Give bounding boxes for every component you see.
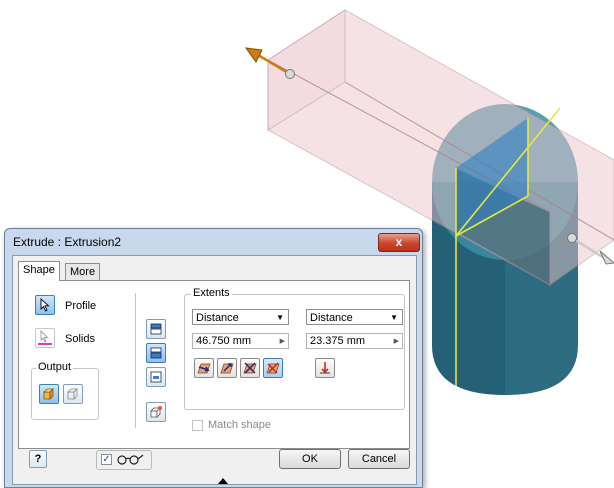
dialog-title: Extrude : Extrusion2: [13, 235, 122, 249]
symmetric-direction-button[interactable]: [240, 358, 260, 378]
output-solid-button[interactable]: [39, 384, 59, 404]
ok-button[interactable]: OK: [279, 449, 341, 469]
solids-label: Solids: [65, 333, 95, 345]
tab-shape[interactable]: Shape: [18, 261, 60, 281]
solids-select-button[interactable]: [35, 328, 55, 348]
intersect-operation-button[interactable]: [146, 367, 166, 387]
field-menu-arrow-icon[interactable]: ▶: [280, 334, 285, 349]
asymmetric-icon: [266, 362, 280, 374]
match-shape-label: Match shape: [208, 419, 271, 431]
surface-body-icon: [67, 388, 78, 400]
shape-tab-panel: Profile Solids Output Extents Distance ▼…: [18, 280, 410, 449]
cut-operation-button[interactable]: [146, 343, 166, 363]
close-icon: x: [395, 235, 403, 249]
expand-dialog-icon[interactable]: [218, 478, 228, 484]
column-separator: [135, 293, 136, 428]
dialog-body: Shape More Profile Solids Output Extents…: [12, 255, 417, 485]
new-solid-button[interactable]: [146, 402, 166, 422]
flip-direction-button[interactable]: [315, 358, 335, 378]
select-arrow-icon: [40, 297, 50, 312]
extents-type-dropdown-1[interactable]: Distance ▼: [192, 309, 289, 325]
join-icon: [150, 323, 162, 335]
dropdown-arrow-icon: ▼: [390, 313, 398, 322]
direction-2-button[interactable]: [217, 358, 237, 378]
profile-label: Profile: [65, 300, 97, 312]
help-button[interactable]: ?: [29, 450, 47, 468]
extrude-dialog: Extrude : Extrusion2 x Shape More Profil…: [4, 228, 423, 488]
flip-direction-icon: [320, 362, 330, 374]
field-menu-arrow-icon[interactable]: ▶: [394, 334, 399, 349]
distance-2-value: 23.375 mm: [310, 335, 366, 347]
profile-select-button[interactable]: [35, 295, 55, 315]
tab-more[interactable]: More: [65, 263, 101, 280]
extents-group-label: Extents: [191, 287, 232, 299]
new-solid-icon: [150, 406, 162, 418]
extents-type-dropdown-2[interactable]: Distance ▼: [306, 309, 403, 325]
direction-2-icon: [220, 363, 234, 374]
asymmetric-direction-button[interactable]: [263, 358, 283, 378]
distance-input-1[interactable]: 46.750 mm ▶: [192, 333, 289, 349]
direction-1-icon: [197, 363, 211, 374]
match-shape-checkbox[interactable]: [192, 420, 203, 431]
help-icon: ?: [34, 453, 42, 465]
intersect-icon: [150, 371, 162, 383]
cut-icon: [150, 347, 162, 359]
preview-checkbox[interactable]: ✓: [101, 454, 112, 465]
output-surface-button[interactable]: [63, 384, 83, 404]
distance-1-value: 46.750 mm: [196, 335, 252, 347]
cancel-button[interactable]: Cancel: [348, 449, 410, 469]
close-button[interactable]: x: [378, 233, 420, 252]
distance-input-2[interactable]: 23.375 mm ▶: [306, 333, 403, 349]
solid-body-icon: [43, 388, 54, 400]
direction-1-button[interactable]: [194, 358, 214, 378]
glasses-preview-icon: [117, 454, 144, 465]
join-operation-button[interactable]: [146, 319, 166, 339]
output-group-label: Output: [36, 361, 74, 373]
dropdown-arrow-icon: ▼: [276, 313, 284, 322]
symmetric-icon: [243, 362, 257, 374]
dropdown-2-value: Distance: [310, 312, 353, 324]
dialog-titlebar[interactable]: Extrude : Extrusion2 x: [5, 229, 422, 253]
dropdown-1-value: Distance: [196, 312, 239, 324]
select-arrow-icon: [40, 329, 49, 343]
